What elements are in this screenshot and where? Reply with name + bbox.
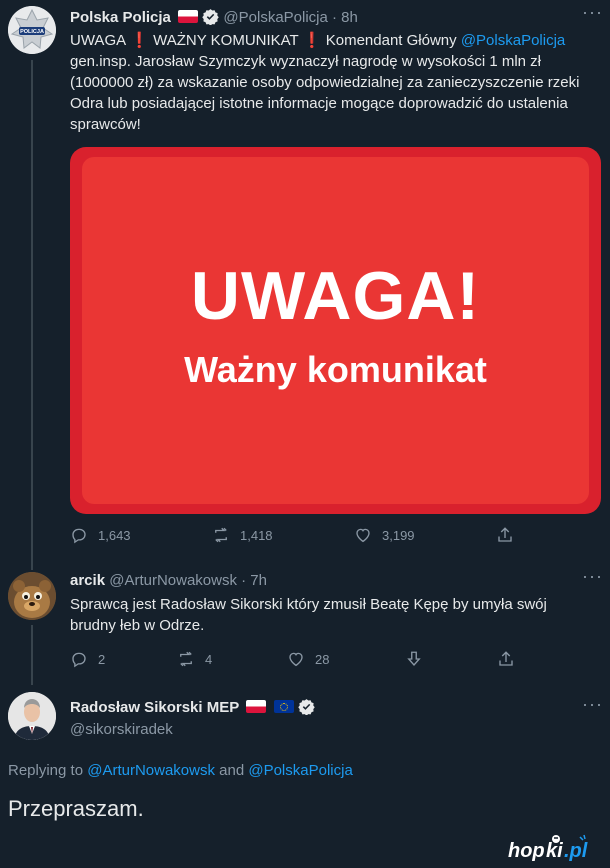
reply-button[interactable]: 1,643 [70, 526, 212, 544]
author-name[interactable]: arcik [70, 572, 105, 589]
replying-and: and [214, 762, 249, 779]
avatar-sikorski[interactable] [8, 692, 56, 740]
retweet-count: 1,418 [240, 527, 273, 543]
like-button[interactable]: 28 [287, 650, 405, 668]
more-options-icon[interactable]: ··· [582, 566, 603, 587]
reply-icon [72, 528, 86, 544]
tweet2-actions: 2 4 28 [70, 650, 530, 668]
text-uwaga: UWAGA [70, 32, 127, 49]
tweet1-text: UWAGA ❗ WAŻNY KOMUNIKAT ❗ Komendant Głów… [70, 30, 580, 135]
police-badge-icon: POLICJA [8, 6, 56, 54]
tweet1-actions: 1,643 1,418 3,199 [70, 526, 530, 544]
heart-icon [289, 652, 303, 667]
thread-line-bottom [31, 625, 33, 685]
arrow-down-icon [407, 651, 421, 667]
author-handle-time[interactable]: @ArturNowakowsk · 7h [109, 572, 267, 589]
retweet-icon [215, 527, 227, 543]
media-title: UWAGA! [190, 258, 481, 334]
replying-to-line: Replying to @ArturNowakowsk and @PolskaP… [8, 762, 353, 779]
tweet2-text: Sprawcą jest Radosław Sikorski który zmu… [70, 596, 547, 634]
author-handle[interactable]: @sikorskiradek [70, 721, 173, 738]
author-name[interactable]: Radosław Sikorski MEP [70, 699, 239, 716]
like-count: 3,199 [382, 527, 415, 543]
svg-text:hop: hop [508, 840, 545, 862]
heart-icon [356, 528, 370, 543]
character-avatar-icon [8, 572, 56, 620]
avatar-arcik[interactable] [8, 572, 56, 620]
svg-text:ki: ki [546, 840, 563, 862]
tweet3-header: Radosław Sikorski MEP [70, 698, 315, 716]
media-subtitle: Ważny komunikat [184, 349, 487, 390]
share-button[interactable] [496, 526, 514, 544]
retweet-button[interactable]: 1,418 [212, 526, 354, 544]
person-avatar-icon [8, 692, 56, 740]
svg-text:.pl: .pl [564, 840, 588, 862]
text-body: gen.insp. Jarosław Szymczyk wyznaczył na… [70, 53, 580, 133]
share-icon [499, 651, 513, 666]
avatar-label: POLICJA [20, 29, 44, 35]
more-options-icon[interactable]: ··· [582, 2, 603, 23]
author-handle-time[interactable]: @PolskaPolicja · 8h [223, 9, 357, 26]
reply-icon [72, 652, 86, 668]
tweet-polska-policja[interactable]: POLICJA Polska Policja @PolskaPolicja · … [0, 0, 610, 565]
text-komendant: Komendant Główny [321, 32, 461, 49]
watermark-logo-icon: hop ki .pl [508, 834, 588, 862]
verified-badge-icon [202, 9, 219, 25]
replying-prefix: Replying to [8, 762, 88, 779]
media-panel: UWAGA! Ważny komunikat [82, 157, 589, 504]
eu-flag-icon [273, 700, 294, 713]
poland-flag-icon [178, 10, 199, 23]
avatar-polska-policja[interactable]: POLICJA [8, 6, 56, 54]
mention-link[interactable]: @PolskaPolicja [461, 32, 565, 49]
replying-mention-policja[interactable]: @PolskaPolicja [248, 762, 352, 779]
tweet3-handle[interactable]: @sikorskiradek [70, 721, 173, 738]
downvote-button[interactable] [405, 650, 497, 668]
reply-count: 1,643 [98, 527, 131, 543]
exclamation-icon: ❗ [298, 32, 322, 49]
reply-count: 2 [98, 651, 106, 667]
author-name[interactable]: Polska Policja [70, 9, 171, 26]
poland-flag-icon [246, 700, 267, 713]
reply-button[interactable]: 2 [70, 650, 177, 668]
retweet-count: 4 [205, 651, 213, 667]
thread-line [31, 60, 33, 565]
verified-badge-icon [298, 699, 315, 715]
like-button[interactable]: 3,199 [354, 526, 496, 544]
retweet-icon [180, 651, 192, 667]
exclamation-icon: ❗ [126, 32, 149, 49]
tweet2-header: arcik @ArturNowakowsk · 7h [70, 572, 267, 589]
tweet1-header: Polska Policja @PolskaPolicja · 8h [70, 8, 358, 26]
hopki-watermark-logo: hop ki .pl [506, 833, 606, 863]
tweet-media-image[interactable]: UWAGA! Ważny komunikat [70, 147, 601, 514]
share-button[interactable] [497, 650, 515, 668]
replying-mention-arcik[interactable]: @ArturNowakowsk [87, 762, 215, 779]
retweet-button[interactable]: 4 [177, 650, 287, 668]
thread-line-top [31, 560, 33, 570]
like-count: 28 [315, 651, 330, 667]
text-wazny: WAŻNY KOMUNIKAT [148, 32, 299, 49]
tweet3-text: Przepraszam. [8, 796, 144, 821]
tweet-arcik[interactable]: arcik @ArturNowakowsk · 7h ··· Sprawcą j… [0, 560, 610, 685]
more-options-icon[interactable]: ··· [582, 694, 603, 715]
share-icon [498, 527, 512, 542]
